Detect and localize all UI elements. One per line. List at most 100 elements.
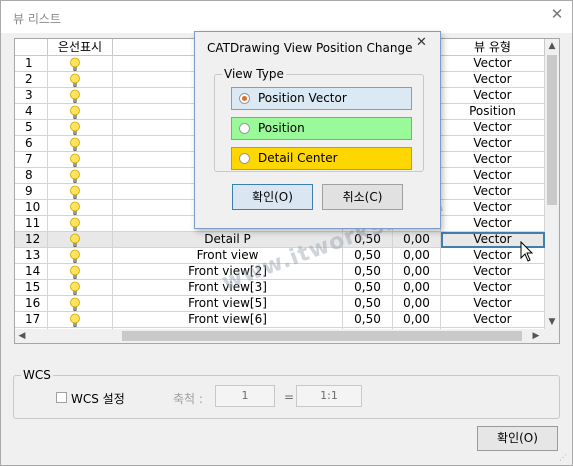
row-number: 17 [15, 312, 48, 328]
view-position-change-dialog: CATDrawing View Position Change ✕ View T… [194, 31, 441, 229]
table-row[interactable]: 16 Front view[5] 0,50 0,00 Vector [15, 296, 545, 312]
scroll-down-icon[interactable]: ▼ [545, 315, 559, 329]
horizontal-scrollbar[interactable]: ◀ ▶ [15, 329, 559, 343]
row-number: 2 [15, 72, 48, 88]
row-view-type[interactable]: Vector [441, 152, 545, 168]
row-number: 13 [15, 248, 48, 264]
row-name: Front view[6] [113, 312, 343, 328]
lightbulb-icon[interactable] [68, 185, 82, 199]
dialog-close-icon[interactable]: ✕ [416, 35, 427, 50]
dialog-title: CATDrawing View Position Change [207, 41, 413, 55]
row-view-type[interactable]: Vector [441, 72, 545, 88]
row-view-type[interactable]: Vector [441, 280, 545, 296]
row-offset: 0,00 [393, 280, 441, 296]
row-number: 4 [15, 104, 48, 120]
row-view-type[interactable]: Vector [441, 120, 545, 136]
row-visibility [48, 152, 113, 168]
scroll-right-icon[interactable]: ▶ [529, 329, 543, 343]
row-view-type[interactable]: Vector [441, 296, 545, 312]
ratio-input[interactable]: 1:1 [296, 385, 362, 407]
radio-icon[interactable] [239, 153, 250, 164]
row-number: 1 [15, 56, 48, 72]
lightbulb-icon[interactable] [68, 169, 82, 183]
horizontal-scroll-thumb[interactable] [122, 331, 522, 341]
dialog-ok-button[interactable]: 확인(O) [232, 184, 313, 210]
view-type-option[interactable]: Detail Center [231, 147, 412, 170]
row-scale: 0,50 [343, 280, 393, 296]
row-view-type[interactable]: Vector [441, 200, 545, 216]
row-view-type[interactable]: Vector [441, 264, 545, 280]
lightbulb-icon[interactable] [68, 137, 82, 151]
wcs-legend: WCS [21, 368, 53, 382]
lightbulb-icon[interactable] [68, 105, 82, 119]
lightbulb-icon[interactable] [68, 281, 82, 295]
row-visibility [48, 120, 113, 136]
row-number: 6 [15, 136, 48, 152]
table-row[interactable]: 12 Detail P 0,50 0,00 Vector [15, 232, 545, 248]
row-number: 12 [15, 232, 48, 248]
row-offset: 0,00 [393, 296, 441, 312]
row-visibility [48, 232, 113, 248]
scale-label: 축척 : [173, 392, 203, 406]
view-type-option[interactable]: Position Vector [231, 87, 412, 110]
window-close-icon[interactable]: ✕ [549, 6, 565, 22]
row-view-type[interactable]: Vector [441, 136, 545, 152]
row-view-type[interactable]: Vector [441, 168, 545, 184]
scroll-up-icon[interactable]: ▲ [545, 39, 559, 53]
lightbulb-icon[interactable] [68, 297, 82, 311]
table-row[interactable]: 15 Front view[3] 0,50 0,00 Vector [15, 280, 545, 296]
vertical-scrollbar[interactable]: ▲ ▼ [545, 39, 559, 329]
lightbulb-icon[interactable] [68, 73, 82, 87]
row-scale: 0,50 [343, 264, 393, 280]
view-list-window: 뷰 리스트 ✕ 은선표시 뷰 유형 1AuVector2AuVector3AuV… [0, 0, 573, 466]
row-view-type[interactable]: Vector [441, 88, 545, 104]
row-visibility [48, 248, 113, 264]
row-visibility [48, 296, 113, 312]
wcs-checkbox[interactable] [56, 392, 67, 403]
lightbulb-icon[interactable] [68, 89, 82, 103]
row-number: 7 [15, 152, 48, 168]
scale-input[interactable]: 1 [215, 385, 275, 407]
equals-sign: = [284, 390, 295, 404]
header-num[interactable] [15, 39, 48, 56]
mouse-cursor-icon [520, 241, 534, 262]
wcs-checkbox-label[interactable]: WCS 설정 [71, 390, 125, 407]
view-type-option[interactable]: Position [231, 117, 412, 140]
lightbulb-icon[interactable] [68, 249, 82, 263]
lightbulb-icon[interactable] [68, 217, 82, 231]
lightbulb-icon[interactable] [68, 201, 82, 215]
scroll-left-icon[interactable]: ◀ [15, 329, 29, 343]
row-view-type[interactable]: Vector [441, 312, 545, 328]
window-title: 뷰 리스트 [13, 12, 61, 26]
row-visibility [48, 200, 113, 216]
header-type[interactable]: 뷰 유형 [441, 39, 545, 56]
row-visibility [48, 264, 113, 280]
header-visibility[interactable]: 은선표시 [48, 39, 113, 56]
table-row[interactable]: 17 Front view[6] 0,50 0,00 Vector [15, 312, 545, 328]
row-view-type[interactable]: Position [441, 104, 545, 120]
row-number: 5 [15, 120, 48, 136]
lightbulb-icon[interactable] [68, 121, 82, 135]
row-view-type[interactable]: Vector [441, 184, 545, 200]
lightbulb-icon[interactable] [68, 313, 82, 327]
row-view-type[interactable]: Vector [441, 56, 545, 72]
radio-icon[interactable] [239, 93, 250, 104]
row-number: 9 [15, 184, 48, 200]
row-view-type[interactable]: Vector [441, 216, 545, 232]
row-number: 3 [15, 88, 48, 104]
row-offset: 0,00 [393, 248, 441, 264]
lightbulb-icon[interactable] [68, 153, 82, 167]
row-number: 15 [15, 280, 48, 296]
lightbulb-icon[interactable] [68, 265, 82, 279]
ok-button[interactable]: 확인(O) [477, 426, 558, 451]
row-scale: 0,50 [343, 312, 393, 328]
radio-icon[interactable] [239, 123, 250, 134]
resize-grip-icon[interactable]: ⋰ [559, 453, 569, 463]
row-visibility [48, 312, 113, 328]
vertical-scroll-thumb[interactable] [547, 55, 557, 205]
view-type-option-label: Position [258, 121, 305, 135]
title-bar: 뷰 리스트 ✕ [1, 1, 572, 33]
lightbulb-icon[interactable] [68, 233, 82, 247]
dialog-cancel-button[interactable]: 취소(C) [322, 184, 403, 210]
lightbulb-icon[interactable] [68, 57, 82, 71]
